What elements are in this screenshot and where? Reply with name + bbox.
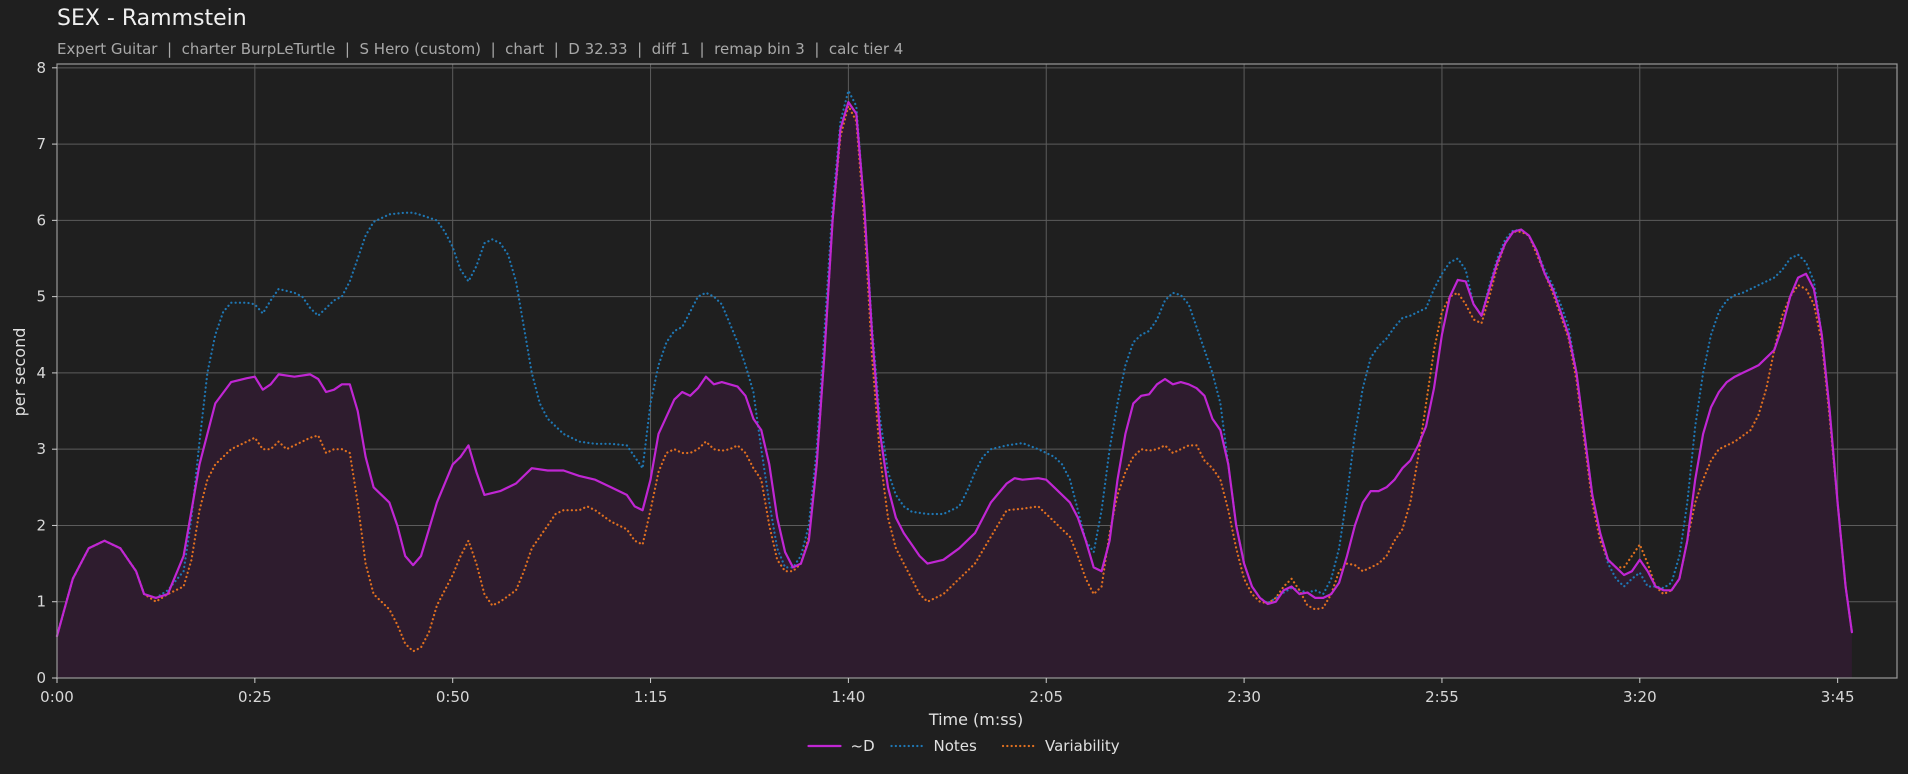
- y-tick-label: 3: [36, 440, 46, 458]
- y-tick-label: 2: [36, 516, 46, 534]
- x-tick-label: 2:30: [1227, 688, 1261, 706]
- y-tick-label: 0: [36, 669, 46, 687]
- legend-label-d: ~D: [851, 737, 875, 755]
- chart-svg: 0:00 0:25 0:50 1:15 1:40 2:05 2:30 2:55 3:20 3:45…: [10, 59, 1898, 755]
- x-tick-label: 2:55: [1425, 688, 1459, 706]
- x-tick-label: 1:40: [832, 688, 866, 706]
- x-axis-label: Time (m:ss): [928, 710, 1023, 729]
- y-tick-label: 1: [36, 593, 46, 611]
- x-tick-label: 0:50: [436, 688, 470, 706]
- legend: ~D Notes Variability: [807, 737, 1120, 755]
- y-tick-label: 6: [36, 211, 46, 229]
- d-area-fill: [57, 102, 1852, 679]
- x-tick-label: 0:25: [238, 688, 272, 706]
- x-tick-label: 2:05: [1029, 688, 1063, 706]
- y-tick-label: 5: [36, 288, 46, 306]
- x-tick-label: 3:20: [1623, 688, 1657, 706]
- x-tick-label: 3:45: [1821, 688, 1855, 706]
- x-tick-label: 1:15: [634, 688, 668, 706]
- d-area-fill-layer: [57, 102, 1852, 679]
- x-tick-label: 0:00: [40, 688, 74, 706]
- legend-label-variability: Variability: [1045, 737, 1120, 755]
- y-tick-label: 4: [36, 364, 46, 382]
- legend-label-notes: Notes: [934, 737, 978, 755]
- y-axis-label: per second: [10, 328, 29, 417]
- y-tick-label: 8: [36, 59, 46, 77]
- y-tick-label: 7: [36, 135, 46, 153]
